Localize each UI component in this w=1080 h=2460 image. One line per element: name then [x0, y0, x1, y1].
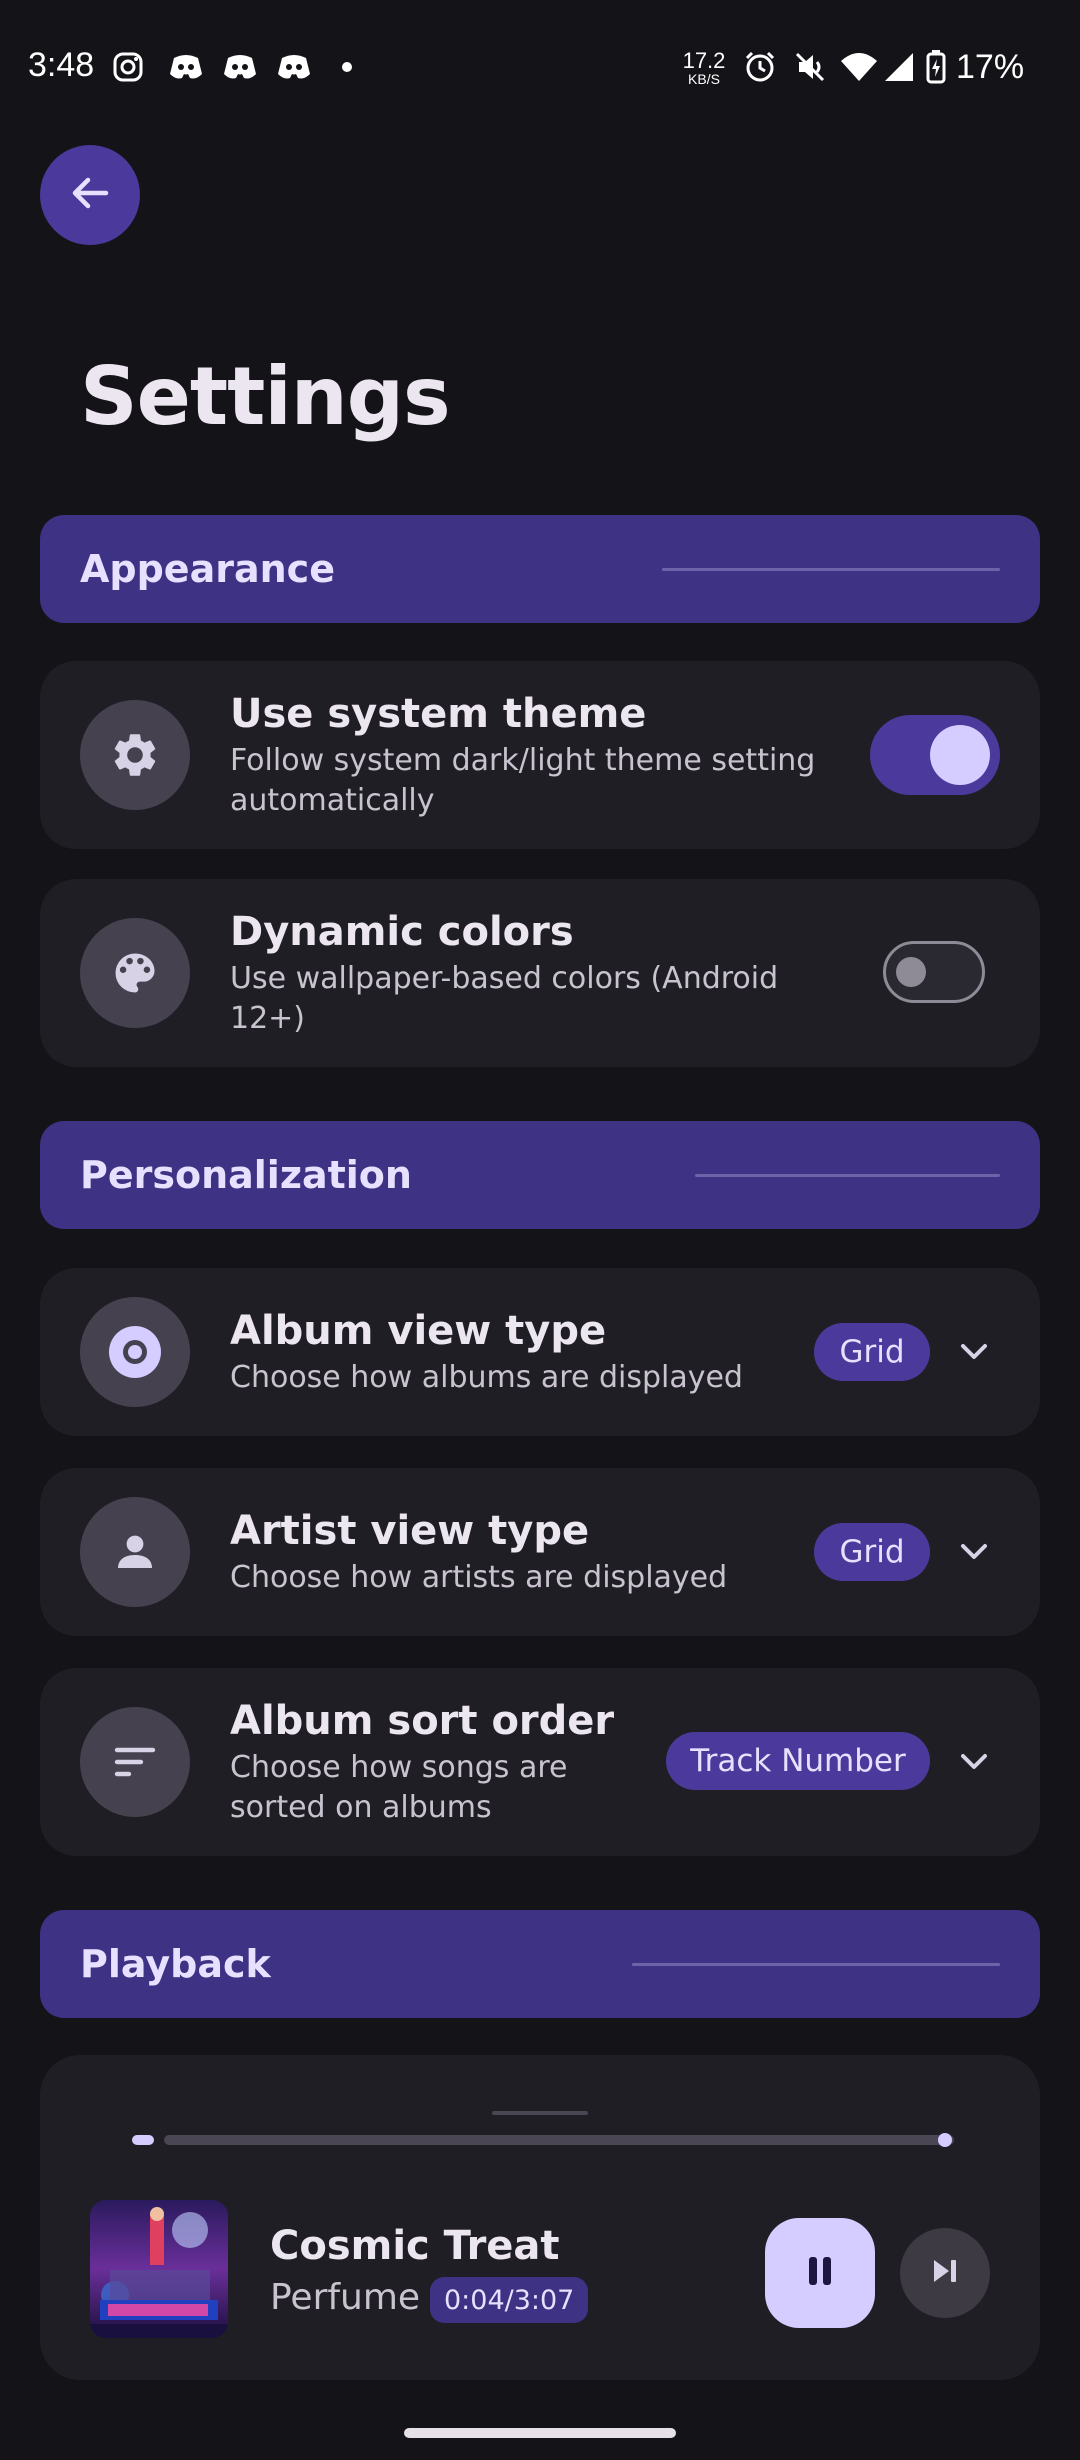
artist-name: Perfume [270, 2277, 421, 2318]
skip-next-button[interactable] [900, 2228, 990, 2318]
album-view-value-chip[interactable]: Grid [814, 1323, 930, 1381]
setting-album-view-type[interactable]: Album view type Choose how albums are di… [40, 1268, 1040, 1436]
section-label: Appearance [80, 547, 335, 591]
person-icon [80, 1497, 190, 1607]
battery-charging-icon [924, 50, 948, 84]
pause-button[interactable] [765, 2218, 875, 2328]
page-title: Settings [80, 350, 451, 443]
discord-icon [274, 50, 314, 84]
song-title: Cosmic Treat [270, 2223, 560, 2269]
instagram-icon [110, 50, 146, 84]
chevron-down-icon[interactable] [954, 1532, 994, 1572]
toggle-knob [896, 957, 926, 987]
home-indicator[interactable] [404, 2428, 676, 2438]
setting-title: Dynamic colors [230, 909, 574, 955]
signal-icon [882, 50, 916, 84]
drag-handle[interactable] [492, 2111, 588, 2115]
net-speed-value: 17.2 [682, 48, 726, 73]
setting-title: Use system theme [230, 691, 647, 737]
setting-subtitle-line2: automatically [230, 783, 435, 818]
setting-artist-view-type[interactable]: Artist view type Choose how artists are … [40, 1468, 1040, 1636]
sort-icon [80, 1707, 190, 1817]
net-speed-unit: KB/S [688, 71, 720, 87]
palette-icon [80, 918, 190, 1028]
status-time: 3:48 [28, 46, 95, 84]
section-personalization: Personalization [40, 1121, 1040, 1229]
section-divider [632, 1963, 1000, 1966]
arrow-left-icon [68, 171, 112, 219]
mini-player[interactable]: Cosmic Treat Perfume 0:04/3:07 [40, 2055, 1040, 2380]
wifi-icon [838, 50, 880, 84]
pause-icon [805, 2255, 835, 2291]
section-divider [695, 1174, 1000, 1177]
system-theme-toggle[interactable] [870, 715, 1000, 795]
setting-title: Album sort order [230, 1698, 615, 1744]
setting-use-system-theme[interactable]: Use system theme Follow system dark/ligh… [40, 661, 1040, 849]
mute-icon [790, 50, 830, 84]
progress-end-dot [938, 2133, 952, 2147]
chevron-down-icon[interactable] [954, 1332, 994, 1372]
progress-played [132, 2135, 154, 2145]
setting-subtitle-line1: Use wallpaper-based colors (Android [230, 961, 779, 996]
setting-subtitle: Choose how albums are displayed [230, 1360, 743, 1395]
status-bar: 3:48 17.2 KB/S 17% [0, 0, 1080, 140]
chevron-down-icon[interactable] [954, 1742, 994, 1782]
section-appearance: Appearance [40, 515, 1040, 623]
section-divider [662, 568, 1000, 571]
setting-dynamic-colors[interactable]: Dynamic colors Use wallpaper-based color… [40, 879, 1040, 1067]
alarm-icon [740, 50, 780, 84]
setting-subtitle-line2: sorted on albums [230, 1790, 492, 1825]
album-art[interactable] [90, 2200, 228, 2338]
section-playback: Playback [40, 1910, 1040, 2018]
discord-icon [166, 50, 206, 84]
setting-album-sort-order[interactable]: Album sort order Choose how songs are so… [40, 1668, 1040, 1856]
skip-next-icon [930, 2257, 960, 2289]
back-button[interactable] [40, 145, 140, 245]
playback-time: 0:04/3:07 [430, 2277, 589, 2323]
setting-subtitle-line2: 12+) [230, 1001, 306, 1036]
setting-subtitle: Choose how artists are displayed [230, 1560, 728, 1595]
net-speed: 17.2 KB/S [674, 48, 734, 87]
setting-subtitle-line1: Choose how songs are [230, 1750, 568, 1785]
album-disc-icon [80, 1297, 190, 1407]
setting-subtitle-line1: Follow system dark/light theme setting [230, 743, 816, 778]
album-sort-value-chip[interactable]: Track Number [666, 1732, 930, 1790]
setting-title: Artist view type [230, 1508, 590, 1554]
dynamic-colors-toggle[interactable] [883, 941, 985, 1003]
battery-percent: 17% [956, 48, 1025, 86]
dot-icon [340, 50, 354, 84]
section-label: Playback [80, 1942, 271, 1986]
section-label: Personalization [80, 1153, 412, 1197]
progress-track[interactable] [164, 2135, 954, 2145]
artist-view-value-chip[interactable]: Grid [814, 1523, 930, 1581]
setting-title: Album view type [230, 1308, 607, 1354]
discord-icon [220, 50, 260, 84]
gear-icon [80, 700, 190, 810]
toggle-knob [930, 725, 990, 785]
